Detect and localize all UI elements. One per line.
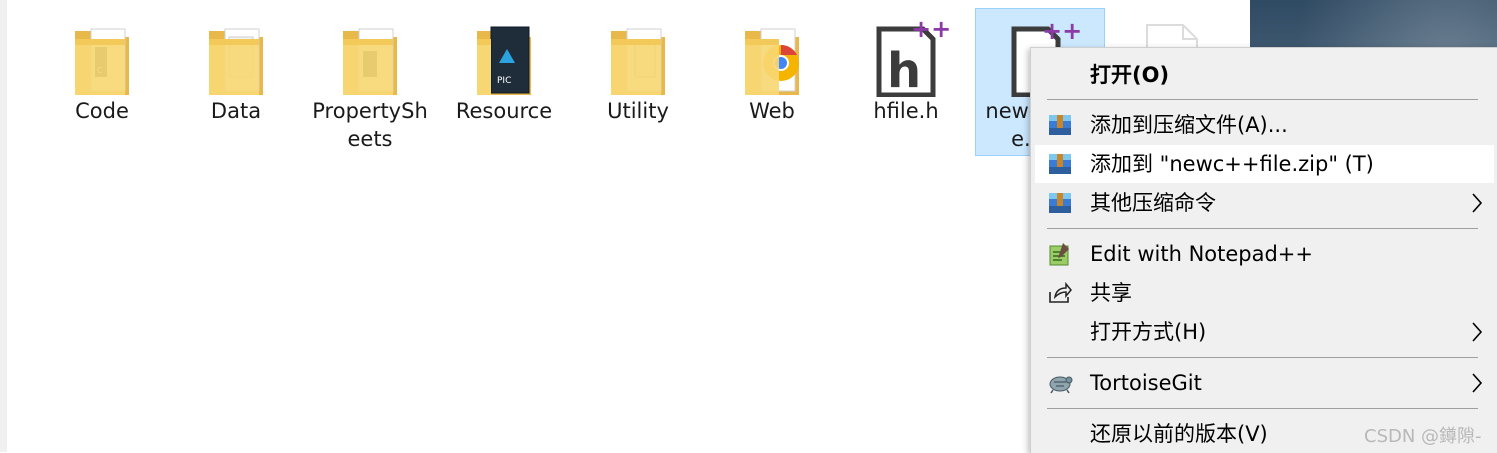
folder-item-resource[interactable]: PIC Resource <box>440 8 568 156</box>
file-label: hfile.h <box>873 99 939 123</box>
file-label: Web <box>749 99 795 123</box>
menu-item-label: 其他压缩命令 <box>1090 191 1216 215</box>
folder-icon: C <box>75 28 129 95</box>
file-label: Utility <box>607 99 669 123</box>
menu-item-label: 打开方式(H) <box>1090 320 1207 344</box>
menu-item-other-compress[interactable]: 其他压缩命令 <box>1035 184 1494 222</box>
menu-item-label: 添加到压缩文件(A)... <box>1090 113 1288 137</box>
menu-item-tortoisegit[interactable]: TortoiseGit <box>1035 364 1494 402</box>
winrar-icon <box>1049 193 1071 213</box>
menu-item-label: 添加到 "newc++file.zip" (T) <box>1090 152 1374 176</box>
folder-icon <box>343 28 397 95</box>
winrar-icon <box>1049 115 1071 135</box>
menu-item-share[interactable]: 共享 <box>1035 274 1494 312</box>
folder-icon <box>209 28 263 95</box>
share-icon <box>1049 281 1072 303</box>
svg-text:++: ++ <box>1042 17 1082 45</box>
folder-icon: PIC <box>477 26 531 95</box>
chevron-right-icon <box>1472 373 1483 393</box>
menu-item-open-with[interactable]: 打开方式(H) <box>1035 313 1494 351</box>
menu-item-label: 共享 <box>1090 281 1132 305</box>
chevron-right-icon <box>1472 322 1483 342</box>
watermark: CSDN @鐏隙- <box>1364 426 1482 447</box>
folder-item-web[interactable]: Web <box>708 8 836 156</box>
winrar-icon <box>1049 154 1071 174</box>
menu-separator <box>1047 228 1478 229</box>
folder-icon <box>611 28 665 95</box>
menu-item-label: TortoiseGit <box>1090 371 1202 395</box>
menu-separator <box>1047 99 1478 100</box>
context-menu: 打开(O) 添加到压缩文件(A)... 添加到 "newc++file.zip"… <box>1030 47 1497 453</box>
svg-text:h: h <box>887 43 921 97</box>
chevron-right-icon <box>1472 193 1483 213</box>
folder-item-propertysheets[interactable]: PropertySheets <box>306 8 434 156</box>
svg-text:PIC: PIC <box>497 76 511 86</box>
file-item-hfile[interactable]: h ++ hfile.h <box>842 8 970 156</box>
menu-item-label: 打开(O) <box>1090 63 1170 87</box>
folder-item-data[interactable]: Data <box>172 8 300 156</box>
tortoisegit-icon <box>1049 376 1073 394</box>
menu-item-open[interactable]: 打开(O) <box>1035 56 1494 94</box>
menu-item-add-zip[interactable]: 添加到 "newc++file.zip" (T) <box>1035 145 1494 183</box>
folder-icon <box>745 28 799 95</box>
menu-item-notepadpp[interactable]: Edit with Notepad++ <box>1035 235 1494 273</box>
menu-separator <box>1047 357 1478 358</box>
svg-text:++: ++ <box>911 17 951 43</box>
file-label: Data <box>210 99 262 123</box>
notepadpp-icon <box>1049 243 1069 266</box>
menu-item-add-archive[interactable]: 添加到压缩文件(A)... <box>1035 106 1494 144</box>
file-label: PropertySheets <box>312 99 428 151</box>
left-edge <box>0 0 7 452</box>
folder-item-utility[interactable]: Utility <box>574 8 702 156</box>
notepadpp-h-file-icon: h ++ <box>876 17 951 97</box>
file-label: Resource <box>455 99 553 123</box>
menu-item-label: 还原以前的版本(V) <box>1090 422 1268 446</box>
menu-separator <box>1047 408 1478 409</box>
folder-item-code[interactable]: C Code <box>38 8 166 156</box>
file-label: Code <box>75 99 129 123</box>
menu-item-label: Edit with Notepad++ <box>1090 242 1314 266</box>
